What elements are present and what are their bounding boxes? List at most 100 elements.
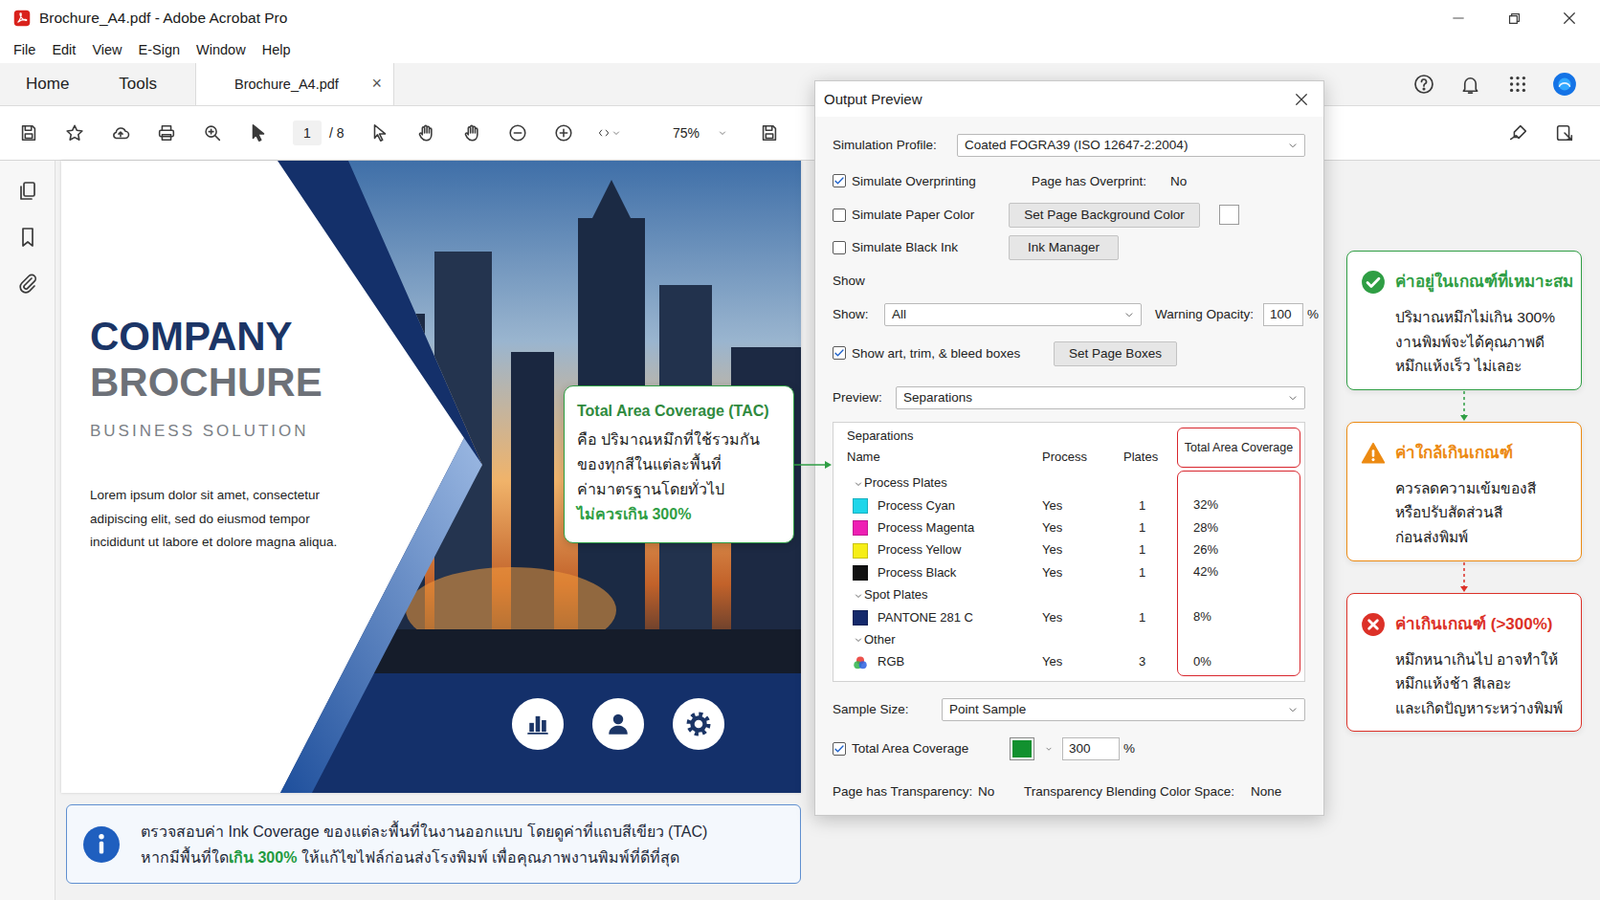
check-icon <box>833 347 845 359</box>
zoom-level-field[interactable]: 75% <box>663 118 733 148</box>
group-label: Spot Plates <box>864 587 929 604</box>
apps-button[interactable] <box>1493 73 1541 95</box>
dialog-header: Output Preview <box>815 81 1324 117</box>
zoom-in-icon <box>553 122 575 144</box>
group-label: Process Plates <box>864 475 948 492</box>
restore-button[interactable] <box>1486 0 1542 37</box>
zoom-out-button[interactable] <box>494 113 541 153</box>
fit-page-icon <box>597 126 611 140</box>
color-swatch <box>852 543 868 559</box>
color-menu-button[interactable] <box>1034 744 1063 755</box>
set-page-background-color-button[interactable]: Set Page Background Color <box>1008 202 1200 228</box>
notifications-button[interactable] <box>1446 73 1494 96</box>
simulation-profile-select[interactable]: Coated FOGRA39 (ISO 12647-2:2004) <box>956 133 1306 157</box>
select-value: Separations <box>903 389 973 407</box>
checkbox[interactable] <box>832 742 846 756</box>
zoom-tool-button[interactable] <box>189 113 236 153</box>
bookmark-icon[interactable] <box>16 225 40 249</box>
process-cell: Yes <box>1042 565 1124 582</box>
separation-row[interactable]: Process BlackYes1 <box>846 562 1178 585</box>
total-area-coverage-option[interactable]: Total Area Coverage <box>832 740 1010 758</box>
menu-item[interactable]: View <box>91 41 122 60</box>
separation-row[interactable]: Process YellowYes1 <box>846 539 1178 562</box>
chevron-icon[interactable] <box>852 634 865 646</box>
print-button[interactable] <box>143 113 190 153</box>
separation-row[interactable]: PANTONE 281 CYes1 <box>846 606 1178 629</box>
page-thumbnails-icon[interactable] <box>16 179 40 203</box>
separation-group-row[interactable]: Process Plates <box>846 472 1178 495</box>
hand-icon <box>461 122 483 144</box>
chevron-icon[interactable] <box>852 478 865 490</box>
info-value: No <box>1170 173 1187 191</box>
checkbox[interactable] <box>832 208 846 223</box>
menu-item[interactable]: Help <box>262 41 291 60</box>
tab[interactable]: Home <box>0 63 94 106</box>
separation-row[interactable]: Process MagentaYes1 <box>846 517 1178 540</box>
help-button[interactable] <box>1400 72 1447 96</box>
pointer-button[interactable] <box>356 113 403 153</box>
warning-opacity-field[interactable]: 100 <box>1263 303 1304 327</box>
upload-button[interactable] <box>97 113 144 153</box>
toolbar: 1 / 8 75% <box>0 106 1600 161</box>
background-color-swatch[interactable] <box>1219 204 1240 225</box>
tab[interactable]: Tools <box>93 63 182 106</box>
tab-label: Brochure_A4.pdf <box>234 75 339 94</box>
separation-row[interactable]: Process CyanYes1 <box>846 494 1178 517</box>
sign-button[interactable] <box>1495 113 1542 153</box>
bookmark-button[interactable] <box>51 113 98 153</box>
save-button[interactable] <box>5 113 52 153</box>
account-button[interactable] <box>1540 71 1588 97</box>
page-number-field[interactable]: 1 <box>292 120 322 146</box>
separation-group-row[interactable]: Other <box>846 629 1178 652</box>
save-icon <box>18 122 40 144</box>
preview-select[interactable]: Separations <box>895 386 1306 410</box>
export-button[interactable] <box>1541 113 1588 153</box>
highlight-color-swatch[interactable] <box>1009 737 1035 761</box>
zoom-in-button[interactable] <box>540 113 587 153</box>
minimize-button[interactable] <box>1430 0 1487 37</box>
process-cell: Yes <box>1042 654 1124 671</box>
menu-item[interactable]: Window <box>196 41 246 60</box>
save-copy-button[interactable] <box>746 113 793 153</box>
separation-row[interactable]: RGBYes3 <box>846 651 1178 674</box>
tab[interactable]: Brochure_A4.pdf × <box>195 63 395 106</box>
separation-group-row[interactable]: Spot Plates <box>846 584 1178 607</box>
simulate-overprinting-option[interactable]: Simulate Overprinting <box>832 173 1032 191</box>
plate-name: Process Magenta <box>877 520 975 537</box>
coverage-limit-field[interactable]: 300 <box>1062 737 1120 761</box>
plate-name-cell: Process Cyan <box>846 498 1043 515</box>
chevron-icon[interactable] <box>852 590 865 602</box>
simulate-black-ink-option[interactable]: Simulate Black Ink <box>832 239 1009 257</box>
title-bar: Brochure_A4.pdf - Adobe Acrobat Pro <box>0 0 1600 37</box>
simulate-paper-color-option[interactable]: Simulate Paper Color <box>832 206 1009 224</box>
fit-page-button[interactable] <box>586 113 633 153</box>
column-header: Process <box>1042 449 1124 467</box>
menu-item[interactable]: E-Sign <box>138 41 181 60</box>
checkbox[interactable] <box>832 241 846 255</box>
process-cell: Yes <box>1042 520 1124 537</box>
show-select[interactable]: All <box>884 303 1142 327</box>
pointer-icon <box>369 122 391 144</box>
menu-item[interactable]: File <box>13 41 36 60</box>
tab-bar: HomeTools Brochure_A4.pdf × <box>0 63 1600 107</box>
note-text: ตรวจสอบค่า Ink Coverage ของแต่ละพื้นที่ใ… <box>140 823 708 841</box>
guide-line: หมึกหนาเกินไป อาจทำให้ <box>1395 647 1576 673</box>
info-note: ตรวจสอบค่า Ink Coverage ของแต่ละพื้นที่ใ… <box>66 804 801 885</box>
close-dialog-button[interactable] <box>1288 87 1314 112</box>
guide-line: ก่อนส่งพิมพ์ <box>1395 525 1576 551</box>
set-page-boxes-button[interactable]: Set Page Boxes <box>1053 341 1178 367</box>
close-window-button[interactable] <box>1541 0 1598 37</box>
brochure-subtitle: BUSINESS SOLUTION <box>89 420 387 444</box>
checkbox[interactable] <box>832 174 846 188</box>
paperclip-icon[interactable] <box>16 271 40 295</box>
select-tool-button[interactable] <box>235 113 282 153</box>
show-boxes-option[interactable]: Show art, trim, & bleed boxes <box>832 345 1054 363</box>
color-swatch <box>852 610 868 626</box>
pan-button[interactable] <box>448 113 495 153</box>
ink-manager-button[interactable]: Ink Manager <box>1008 235 1119 261</box>
hand-tool-button[interactable] <box>402 113 449 153</box>
menu-item[interactable]: Edit <box>51 41 76 60</box>
sample-size-select[interactable]: Point Sample <box>941 698 1306 722</box>
close-tab-button[interactable]: × <box>372 72 383 95</box>
checkbox[interactable] <box>832 346 846 360</box>
